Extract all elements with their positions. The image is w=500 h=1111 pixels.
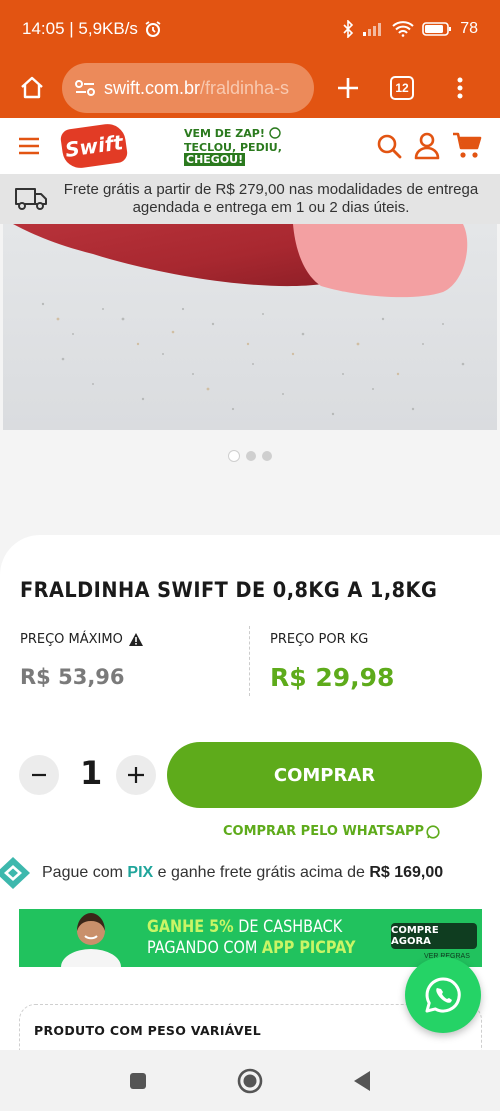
signal-icon [362,21,384,37]
cashback-buy-now-button[interactable]: COMPRE AGORA [391,923,477,949]
cashback-line1-rest: DE CASHBACK [233,917,343,937]
pix-info: Pague com PIX e ganhe frete grátis acima… [0,856,500,890]
warning-icon[interactable] [128,633,143,646]
new-tab-button[interactable] [326,66,370,110]
site-header: Swift VEM DE ZAP! TECLOU, PEDIU, CHEGOU! [0,118,500,174]
zap-promo[interactable]: VEM DE ZAP! TECLOU, PEDIU, CHEGOU! [184,126,282,166]
price-max-block: PREÇO MÁXIMO R$ 53,96 [20,632,143,689]
url-host: swift.com.br [104,77,201,98]
price-divider [249,626,250,696]
zap-line3: CHEGOU! [184,152,246,166]
pix-text-pix: PIX [127,864,154,881]
site-settings-icon[interactable] [74,79,96,97]
user-icon[interactable] [414,132,440,160]
price-kg-block: PREÇO POR KG R$ 29,98 [270,632,394,692]
truck-icon [14,186,48,212]
carousel-dot-3[interactable] [262,451,272,461]
status-time: 14:05 | 5,9KB/s [22,19,138,38]
carousel-dot-1[interactable] [228,450,240,462]
cart-icon[interactable] [452,132,482,160]
whatsapp-small-icon [269,126,281,142]
pix-text-prefix: Pague com [42,864,128,881]
search-icon[interactable] [376,133,402,159]
pix-text: Pague com PIX e ganhe frete grátis acima… [42,864,443,882]
pix-icon [0,856,32,890]
battery-percent: 78 [460,20,478,37]
alarm-icon [144,20,162,38]
quantity-increase-button[interactable] [116,755,156,795]
browser-toolbar: swift.com.br/fraldinha-s 12 [0,58,500,118]
carousel-dots [0,450,500,462]
shipping-text: Frete grátis a partir de R$ 279,00 nas m… [63,181,479,216]
menu-dots-icon[interactable] [438,66,482,110]
cashback-text: GANHE 5% DE CASHBACK PAGANDO COM APP PIC… [147,917,355,959]
whatsapp-icon [423,975,463,1015]
pix-text-amount: R$ 169,00 [369,864,444,881]
bluetooth-icon [342,20,354,38]
whatsapp-float-button[interactable] [405,957,481,1033]
pix-text-middle: e ganhe frete grátis acima de [153,864,370,881]
url-bar[interactable]: swift.com.br/fraldinha-s [62,63,314,113]
cashback-line2-bold: APP PICPAY [261,938,356,958]
quantity-value[interactable]: 1 [80,754,102,792]
url-path: /fraldinha-s [200,77,290,98]
quantity-decrease-button[interactable] [19,755,59,795]
carousel-dot-2[interactable] [246,451,256,461]
buy-via-whatsapp-link[interactable]: COMPRAR PELO WHATSAPP [223,824,440,839]
zap-line1: VEM DE ZAP! [184,126,265,140]
variable-weight-title: PRODUTO COM PESO VARIÁVEL [34,1023,261,1038]
battery-icon [422,21,452,37]
page: 14:05 | 5,9KB/s 78 swift.com.br /fraldin… [0,0,500,1111]
zap-line2: TECLOU, PEDIU, [184,140,282,154]
price-kg-value: R$ 29,98 [270,663,395,692]
price-kg-label: PREÇO POR KG [270,632,369,647]
hamburger-icon[interactable] [18,136,40,156]
whatsapp-icon [426,824,440,839]
price-max-value: R$ 53,96 [20,665,125,689]
product-image[interactable] [3,224,497,430]
cashback-person-image [61,913,121,967]
tabs-icon: 12 [390,76,414,100]
shipping-banner: Frete grátis a partir de R$ 279,00 nas m… [0,174,500,224]
whatsapp-link-label: COMPRAR PELO WHATSAPP [223,824,425,839]
cashback-banner[interactable]: GANHE 5% DE CASHBACK PAGANDO COM APP PIC… [19,909,482,967]
swift-logo[interactable]: Swift [59,121,129,171]
cashback-line2-plain: PAGANDO COM [147,938,262,958]
back-nav-icon[interactable] [352,1070,372,1092]
wifi-icon [392,21,414,37]
cashback-line1-bold: GANHE 5% [147,917,234,937]
tabs-button[interactable]: 12 [380,66,424,110]
home-icon[interactable] [10,66,54,110]
status-bar: 14:05 | 5,9KB/s 78 [0,0,500,58]
buy-button[interactable]: COMPRAR [167,742,482,808]
system-nav-bar [0,1050,500,1111]
home-nav-icon[interactable] [236,1067,264,1095]
price-max-label: PREÇO MÁXIMO [20,632,123,647]
recent-apps-icon[interactable] [128,1071,148,1091]
product-title: FRALDINHA SWIFT DE 0,8KG A 1,8KG [20,578,438,602]
